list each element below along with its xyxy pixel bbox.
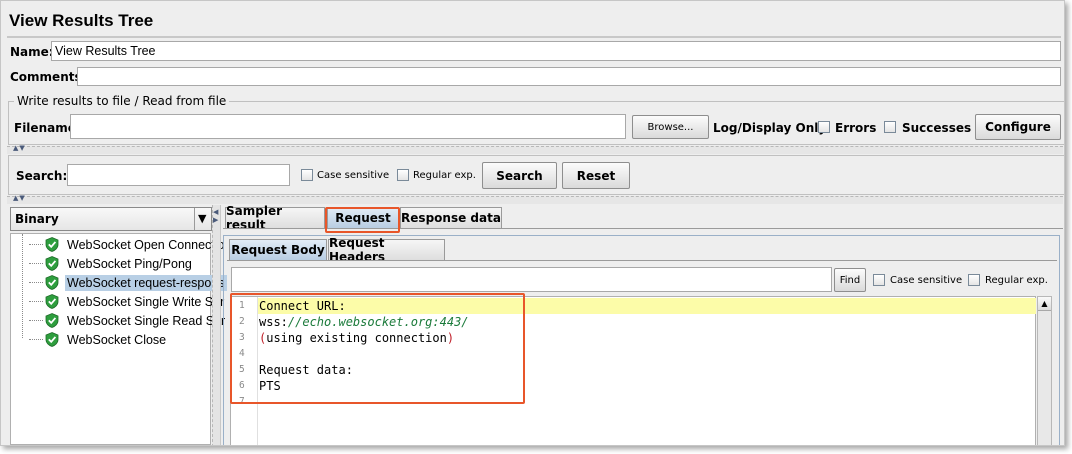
case-sensitive-label: Case sensitive: [317, 170, 390, 181]
success-shield-icon: [45, 237, 59, 252]
splitter-middle[interactable]: [7, 196, 1063, 204]
find-button[interactable]: Find: [834, 268, 866, 292]
case-sensitive-checkbox[interactable]: [301, 169, 313, 181]
name-field[interactable]: View Results Tree: [51, 41, 1061, 61]
tree-item[interactable]: WebSocket request-respons: [29, 273, 227, 292]
find-input[interactable]: [231, 267, 832, 292]
name-value: View Results Tree: [55, 44, 156, 58]
window: View Results Tree Name: View Results Tre…: [0, 0, 1065, 446]
success-shield-icon: [45, 294, 59, 309]
regular-exp-checkbox[interactable]: [397, 169, 409, 181]
write-results-legend: Write results to file / Read from file: [14, 94, 230, 108]
successes-checkbox[interactable]: [884, 121, 896, 133]
configure-button[interactable]: Configure: [975, 114, 1061, 140]
success-shield-icon: [45, 275, 59, 290]
filename-label: Filename: [14, 121, 76, 135]
tab-sampler-result[interactable]: Sampler result: [225, 204, 325, 232]
tree-item-label: WebSocket Open Connectio: [67, 237, 225, 252]
results-tree: WebSocket Open Connectio WebSocket Ping/P…: [10, 233, 227, 445]
find-regular-exp-checkbox[interactable]: [968, 274, 980, 286]
search-button[interactable]: Search: [482, 162, 557, 189]
find-case-sensitive-label: Case sensitive: [890, 275, 963, 286]
success-shield-icon: [45, 313, 59, 328]
splitter-arrows-icon[interactable]: ▲▼: [13, 194, 26, 202]
errors-checkbox[interactable]: [818, 121, 830, 133]
splitter-arrows-icon[interactable]: ▲▼: [13, 144, 26, 152]
chevron-down-icon[interactable]: ▼: [198, 212, 206, 225]
request-body-highlight: [230, 293, 525, 404]
comments-label: Comments:: [10, 70, 87, 84]
tree-item[interactable]: WebSocket Open Connectio: [29, 235, 227, 254]
renderer-select[interactable]: Binary ▼: [10, 207, 212, 231]
success-shield-icon: [45, 332, 59, 347]
tree-item[interactable]: WebSocket Close: [29, 330, 168, 349]
scroll-up-icon[interactable]: ▲: [1038, 297, 1051, 311]
find-regular-exp-label: Regular exp.: [985, 275, 1048, 286]
tree-item-label: WebSocket Close: [67, 332, 167, 347]
tree-item-label: WebSocket request-respons: [65, 274, 227, 291]
splitter-vertical[interactable]: [212, 205, 221, 445]
find-case-sensitive-checkbox[interactable]: [873, 274, 885, 286]
tab-request-headers[interactable]: Request Headers: [328, 236, 445, 264]
tree-item-label: WebSocket Single Write Sar: [67, 294, 225, 309]
regular-exp-label: Regular exp.: [413, 170, 476, 181]
log-display-only-label: Log/Display Only:: [713, 121, 831, 135]
page-title: View Results Tree: [9, 11, 154, 30]
splitter-top[interactable]: [7, 146, 1063, 154]
tree-item-label: WebSocket Single Read Sar: [67, 313, 226, 328]
comments-field[interactable]: [77, 67, 1061, 86]
splitter-vertical-arrows-icon[interactable]: ◀ ▶: [213, 208, 219, 224]
tree-item[interactable]: WebSocket Single Write Sar: [29, 292, 226, 311]
success-shield-icon: [45, 256, 59, 271]
successes-label: Successes: [902, 121, 972, 135]
reset-button[interactable]: Reset: [562, 162, 630, 189]
filename-input[interactable]: [70, 114, 626, 139]
tree-item[interactable]: WebSocket Single Read Sar: [29, 311, 227, 330]
tab-response-data[interactable]: Response data: [400, 207, 502, 228]
search-input[interactable]: [67, 164, 290, 186]
name-label: Name:: [10, 45, 54, 59]
renderer-selected-value: Binary: [15, 212, 59, 226]
search-label: Search:: [16, 169, 68, 183]
browse-button[interactable]: Browse...: [632, 115, 709, 139]
tree-item-label: WebSocket Ping/Pong: [67, 256, 192, 271]
tree-item[interactable]: WebSocket Ping/Pong: [29, 254, 194, 273]
editor-scrollbar[interactable]: ▲: [1037, 296, 1052, 445]
tab-request-body[interactable]: Request Body: [229, 239, 327, 260]
request-tab-highlight: [325, 207, 400, 233]
title-divider: [7, 36, 1061, 38]
errors-label: Errors: [835, 121, 877, 135]
